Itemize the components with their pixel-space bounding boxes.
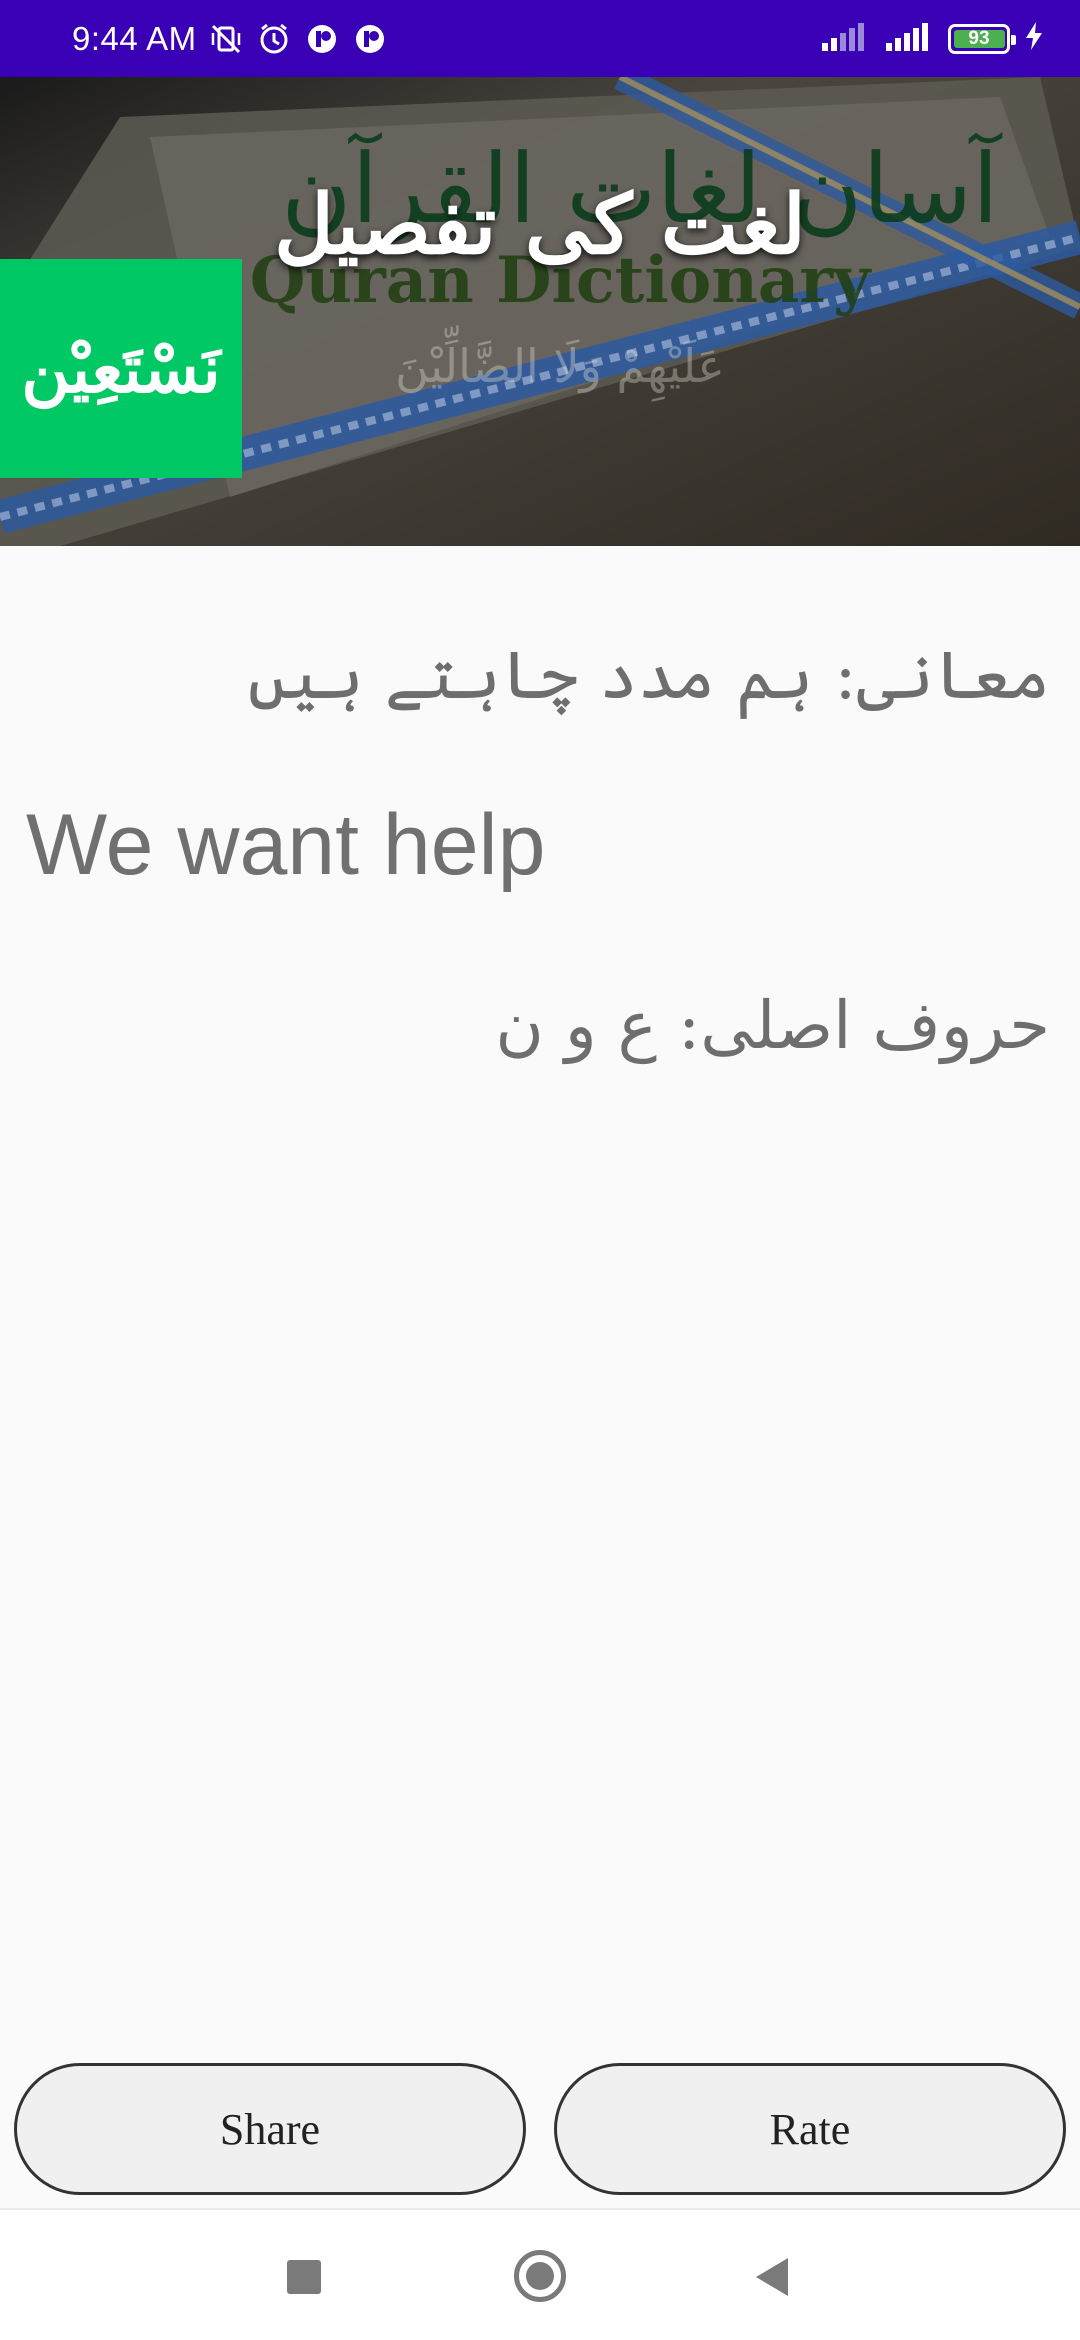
header-banner: آسان لغات القرآن Quran Dictionary عَلَيْ… <box>0 77 1080 546</box>
status-right-icons: 93 <box>820 21 1044 56</box>
status-time: 9:44 AM <box>72 19 197 57</box>
meaning-urdu: معانی: ہم مدد چاہتے ہیں <box>247 637 1050 714</box>
root-letters: حروف اصلی: ع و ن <box>495 987 1050 1064</box>
battery-tip <box>1011 34 1016 45</box>
battery-icon: 93 <box>948 23 1016 54</box>
status-left-icons <box>209 22 387 56</box>
alarm-icon <box>257 22 291 56</box>
signal-icon <box>820 21 870 56</box>
meaning-english: We want help <box>26 797 546 893</box>
battery-level: 93 <box>968 27 990 49</box>
signal-icon <box>884 21 934 56</box>
back-icon[interactable] <box>756 2258 788 2296</box>
recents-icon[interactable] <box>287 2260 321 2294</box>
rate-button[interactable]: Rate <box>554 2063 1066 2195</box>
home-icon-inner <box>526 2262 554 2290</box>
home-icon[interactable] <box>514 2250 566 2302</box>
vibrate-off-icon <box>209 22 243 56</box>
app-notification-icon <box>353 22 387 56</box>
app-notification-icon <box>305 22 339 56</box>
charging-icon <box>1024 21 1044 56</box>
navigation-bar <box>0 2208 1080 2340</box>
share-button[interactable]: Share <box>14 2063 526 2195</box>
word-badge: نَسْتَعِيْن <box>0 259 242 478</box>
status-bar: 9:44 AM 93 <box>0 0 1080 77</box>
